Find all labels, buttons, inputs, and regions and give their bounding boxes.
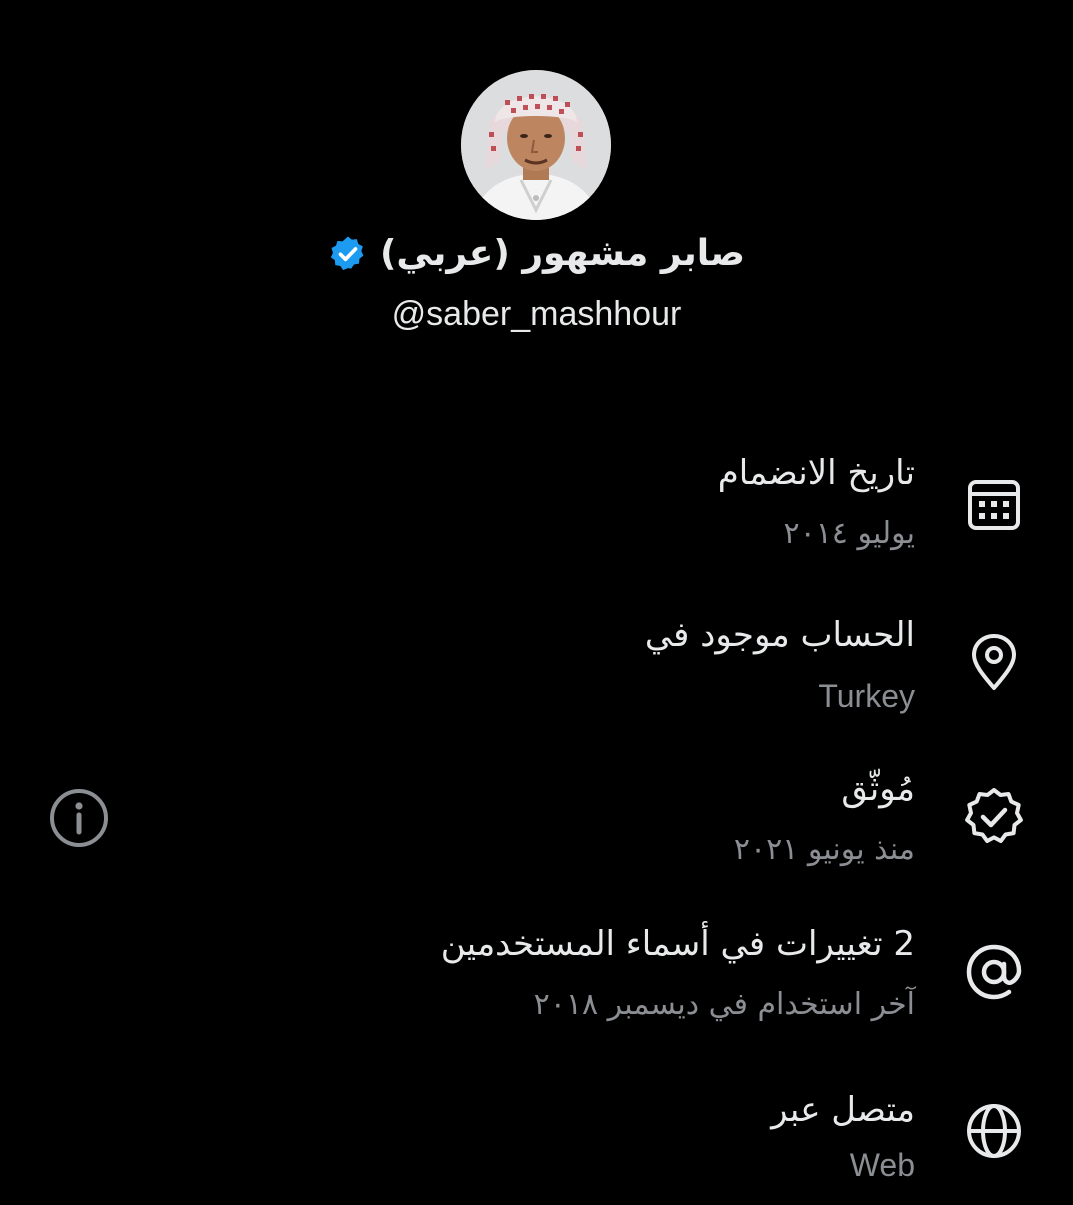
about-row-location: الحساب موجود في Turkey [0,600,1073,730]
calendar-icon [968,480,1020,530]
avatar[interactable] [461,70,611,220]
about-row-username-changes-text: 2 تغييرات في أسماء المستخدمين آخر استخدا… [441,919,915,1027]
name-row: صابر مشهور (عربي) [0,228,1073,280]
about-row-verified: مُوثّق منذ يونيو ٢٠٢١ [0,760,1073,890]
verified-seal-icon [965,788,1023,843]
info-icon[interactable] [48,787,110,849]
location-title: الحساب موجود في [644,615,915,655]
about-row-username-changes: 2 تغييرات في أسماء المستخدمين آخر استخدا… [0,915,1073,1045]
avatar-portrait [461,70,611,220]
location-value: Turkey [818,678,915,714]
verified-title: مُوثّق [841,769,915,809]
about-row-joined: تاريخ الانضمام يوليو ٢٠١٤ [0,440,1073,570]
location-pin-icon [972,634,1016,690]
username-changes-title: 2 تغييرات في أسماء المستخدمين [440,924,915,964]
verified-badge-icon [330,236,364,271]
about-row-connected-via-text: متصل عبر Web [771,1085,915,1187]
about-row-connected-via: متصل عبر Web [0,1075,1073,1205]
connected-via-value: Web [849,1147,915,1183]
display-name: صابر مشهور (عربي) [379,233,746,274]
verified-since: منذ يونيو ٢٠٢١ [733,832,915,867]
connected-via-title: متصل عبر [771,1090,915,1130]
joined-date: يوليو ٢٠١٤ [783,516,915,551]
at-sign-icon [966,944,1022,1000]
about-row-joined-text: تاريخ الانضمام يوليو ٢٠١٤ [718,448,915,556]
globe-icon [967,1104,1021,1158]
username-changes-last-used: آخر استخدام في ديسمبر ٢٠١٨ [533,987,915,1022]
about-row-verified-text: مُوثّق منذ يونيو ٢٠٢١ [734,764,915,872]
username-handle: @saber_mashhour [391,295,682,333]
joined-title: تاريخ الانضمام [717,453,915,493]
about-row-location-text: الحساب موجود في Turkey [645,610,915,718]
